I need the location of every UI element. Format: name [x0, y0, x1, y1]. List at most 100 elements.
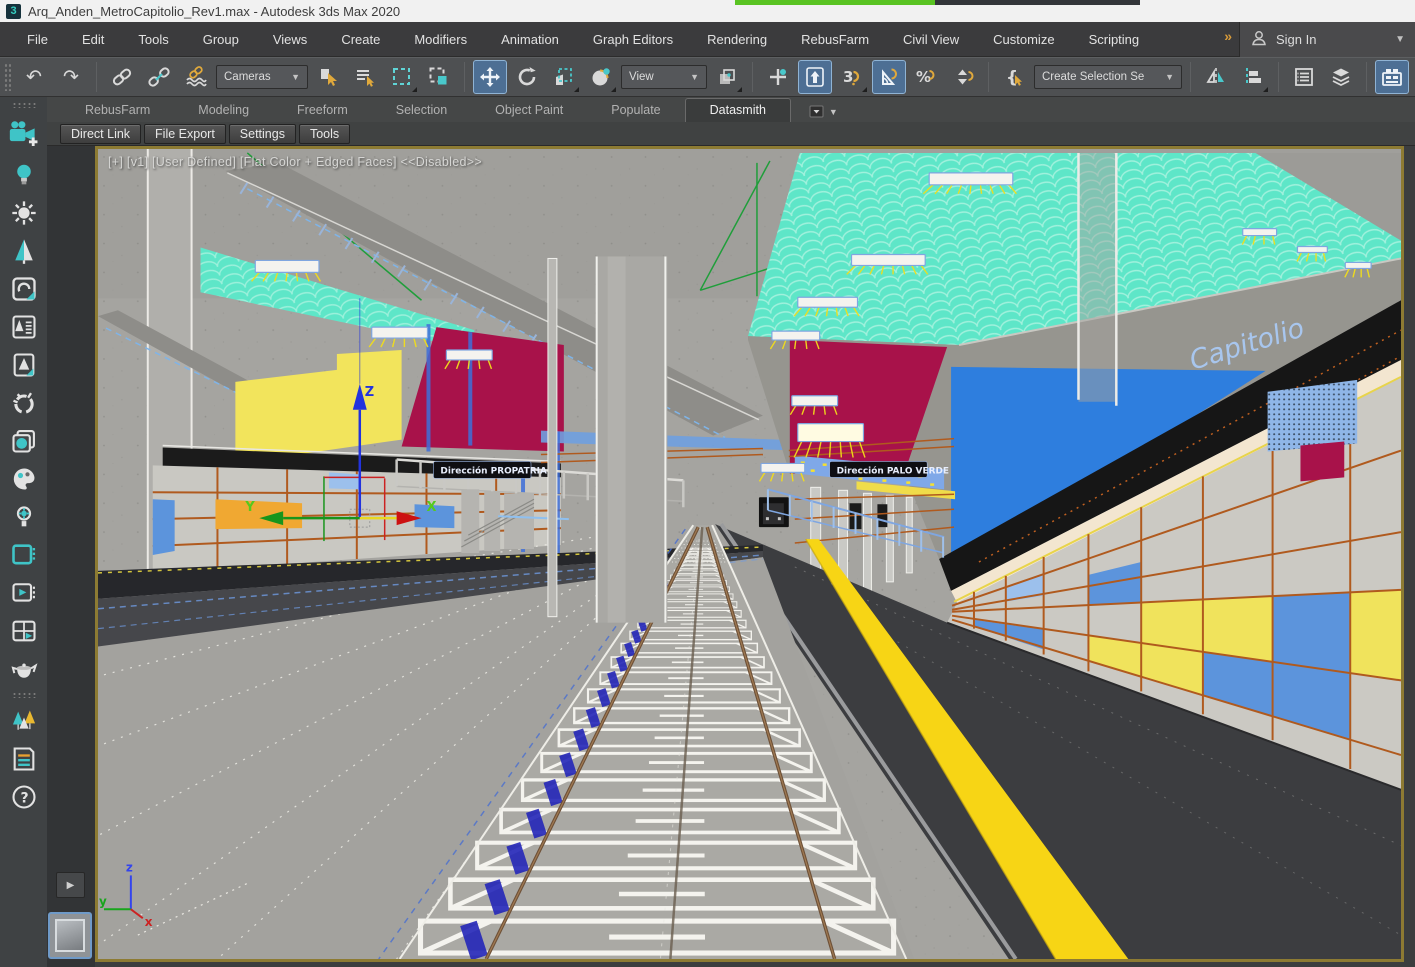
- sun-icon[interactable]: [9, 198, 39, 228]
- create-camera-icon[interactable]: [6, 116, 42, 152]
- bind-to-space-warp-button[interactable]: [179, 60, 213, 94]
- snaps-toggle-button[interactable]: 3: [835, 60, 869, 94]
- unlink-selection-button[interactable]: [142, 60, 176, 94]
- viewport-canvas[interactable]: Capitolio Dirección PALO VERDE Dirección…: [97, 149, 1402, 961]
- ribbon-minimize-button[interactable]: ▼: [809, 105, 838, 119]
- svg-text:Dirección PALO VERDE: Dirección PALO VERDE: [837, 465, 949, 476]
- ribbon-tab-rebusfarm[interactable]: RebusFarm: [61, 99, 174, 122]
- viewport-layout-strip: ▶: [47, 146, 95, 967]
- ribbon-tab-freeform[interactable]: Freeform: [273, 99, 372, 122]
- menu-rendering[interactable]: Rendering: [690, 32, 784, 47]
- menu-views[interactable]: Views: [256, 32, 324, 47]
- percent-snap-toggle[interactable]: %: [909, 60, 943, 94]
- world-axis-x-label: x: [145, 915, 153, 929]
- menu-modifiers[interactable]: Modifiers: [397, 32, 484, 47]
- sign-in-button[interactable]: Sign In ▼: [1239, 22, 1415, 57]
- keyboard-shortcut-override-toggle[interactable]: [798, 60, 832, 94]
- menu-graph-editors[interactable]: Graph Editors: [576, 32, 690, 47]
- menu-edit[interactable]: Edit: [65, 32, 121, 47]
- ribbon-tab-selection[interactable]: Selection: [372, 99, 471, 122]
- toggle-layer-explorer-button[interactable]: [1324, 60, 1358, 94]
- forest-icon[interactable]: [9, 706, 39, 736]
- plant-library-icon[interactable]: [9, 312, 39, 342]
- select-by-name-button[interactable]: [348, 60, 382, 94]
- notes-document-icon[interactable]: [9, 744, 39, 774]
- tree-icon[interactable]: [9, 236, 39, 266]
- preview-monitor-icon[interactable]: [9, 578, 39, 608]
- toolbar-separator: [752, 62, 753, 92]
- redo-button[interactable]: ↷: [54, 60, 88, 94]
- reference-coordinate-system-dropdown[interactable]: View ▼: [621, 65, 707, 89]
- ribbon-button-direct-link[interactable]: Direct Link: [60, 123, 142, 144]
- select-and-manipulate-button[interactable]: [761, 60, 795, 94]
- mirror-button[interactable]: [1199, 60, 1233, 94]
- svg-text:Dirección PROPATRIA: Dirección PROPATRIA: [440, 465, 547, 476]
- select-and-place-button[interactable]: [584, 60, 618, 94]
- viewport-label[interactable]: [+] [v1] [User Defined] [Flat Color + Ed…: [108, 155, 482, 169]
- ribbon-tab-populate[interactable]: Populate: [587, 99, 684, 122]
- display-panel-icon[interactable]: [9, 540, 39, 570]
- tile-light-blue: [328, 472, 359, 490]
- menu-civil-view[interactable]: Civil View: [886, 32, 976, 47]
- light-bulb-icon[interactable]: [9, 160, 39, 190]
- undo-button[interactable]: ↶: [17, 60, 51, 94]
- help-icon[interactable]: ?: [9, 782, 39, 812]
- toggle-scene-explorer-button[interactable]: [1287, 60, 1321, 94]
- toggle-ribbon-button[interactable]: [1375, 60, 1409, 94]
- ribbon-button-tools[interactable]: Tools: [298, 123, 351, 144]
- toolbar-drag-handle[interactable]: [4, 63, 11, 91]
- world-axis-z-label: z: [126, 860, 133, 874]
- toolbar-separator: [1190, 62, 1191, 92]
- menu-create[interactable]: Create: [324, 32, 397, 47]
- selection-filter-dropdown[interactable]: Cameras ▼: [216, 65, 308, 89]
- viewport-layout-tab[interactable]: [48, 912, 92, 959]
- viewport-layout-expand-button[interactable]: ▶: [56, 872, 85, 898]
- select-object-button[interactable]: [311, 60, 345, 94]
- render-teapot-icon[interactable]: [9, 654, 39, 684]
- toolbar-separator: [464, 62, 465, 92]
- loading-progress-strip: [735, 0, 1140, 5]
- window-crossing-toggle[interactable]: [422, 60, 456, 94]
- toolbar-separator: [1278, 62, 1279, 92]
- rectangular-selection-region-button[interactable]: [385, 60, 419, 94]
- ribbon-button-file-export[interactable]: File Export: [144, 123, 226, 144]
- menu-tools[interactable]: Tools: [121, 32, 185, 47]
- spinner-snap-toggle[interactable]: [946, 60, 980, 94]
- ribbon-button-settings[interactable]: Settings: [228, 123, 296, 144]
- ribbon-tab-modeling[interactable]: Modeling: [174, 99, 273, 122]
- palette-icon[interactable]: [9, 464, 39, 494]
- light-settings-icon[interactable]: [9, 502, 39, 532]
- sign-in-caret-icon[interactable]: ▼: [1395, 34, 1405, 45]
- ribbon-tab-object-paint[interactable]: Object Paint: [471, 99, 587, 122]
- environment-icon[interactable]: [9, 274, 39, 304]
- split-view-icon[interactable]: [9, 616, 39, 646]
- window-title: Arq_Anden_MetroCapitolio_Rev1.max - Auto…: [28, 3, 401, 19]
- named-selection-sets-dropdown[interactable]: Create Selection Se ▼: [1034, 65, 1182, 89]
- menu-group[interactable]: Group: [186, 32, 256, 47]
- sign-in-label: Sign In: [1276, 32, 1317, 47]
- select-and-rotate-button[interactable]: [510, 60, 544, 94]
- toolbar-separator: [988, 62, 989, 92]
- angle-snap-toggle[interactable]: [872, 60, 906, 94]
- menu-rebusfarm[interactable]: RebusFarm: [784, 32, 886, 47]
- select-and-scale-button[interactable]: [547, 60, 581, 94]
- select-and-link-button[interactable]: [105, 60, 139, 94]
- use-pivot-center-button[interactable]: [710, 60, 744, 94]
- right-thin-columns: [1077, 152, 1118, 406]
- gizmo-x-label: X: [426, 500, 436, 515]
- left-toolbar-drag-handle[interactable]: [11, 102, 36, 108]
- plant-page-icon[interactable]: [9, 350, 39, 380]
- viewport[interactable]: [+] [v1] [User Defined] [Flat Color + Ed…: [95, 146, 1404, 962]
- menu-file[interactable]: File: [10, 32, 65, 47]
- edit-named-selection-sets-button[interactable]: {: [997, 60, 1031, 94]
- select-and-move-button[interactable]: [473, 60, 507, 94]
- menu-overflow-chevron[interactable]: »: [1224, 28, 1232, 44]
- 3ds-max-window: 3 Arq_Anden_MetroCapitolio_Rev1.max - Au…: [0, 0, 1415, 967]
- menu-customize[interactable]: Customize: [976, 32, 1071, 47]
- menu-scripting[interactable]: Scripting: [1072, 32, 1157, 47]
- menu-animation[interactable]: Animation: [484, 32, 576, 47]
- material-sphere-icon[interactable]: [9, 426, 39, 456]
- fire-ring-icon[interactable]: [9, 388, 39, 418]
- ribbon-tab-datasmith[interactable]: Datasmith: [684, 98, 791, 122]
- align-button[interactable]: [1236, 60, 1270, 94]
